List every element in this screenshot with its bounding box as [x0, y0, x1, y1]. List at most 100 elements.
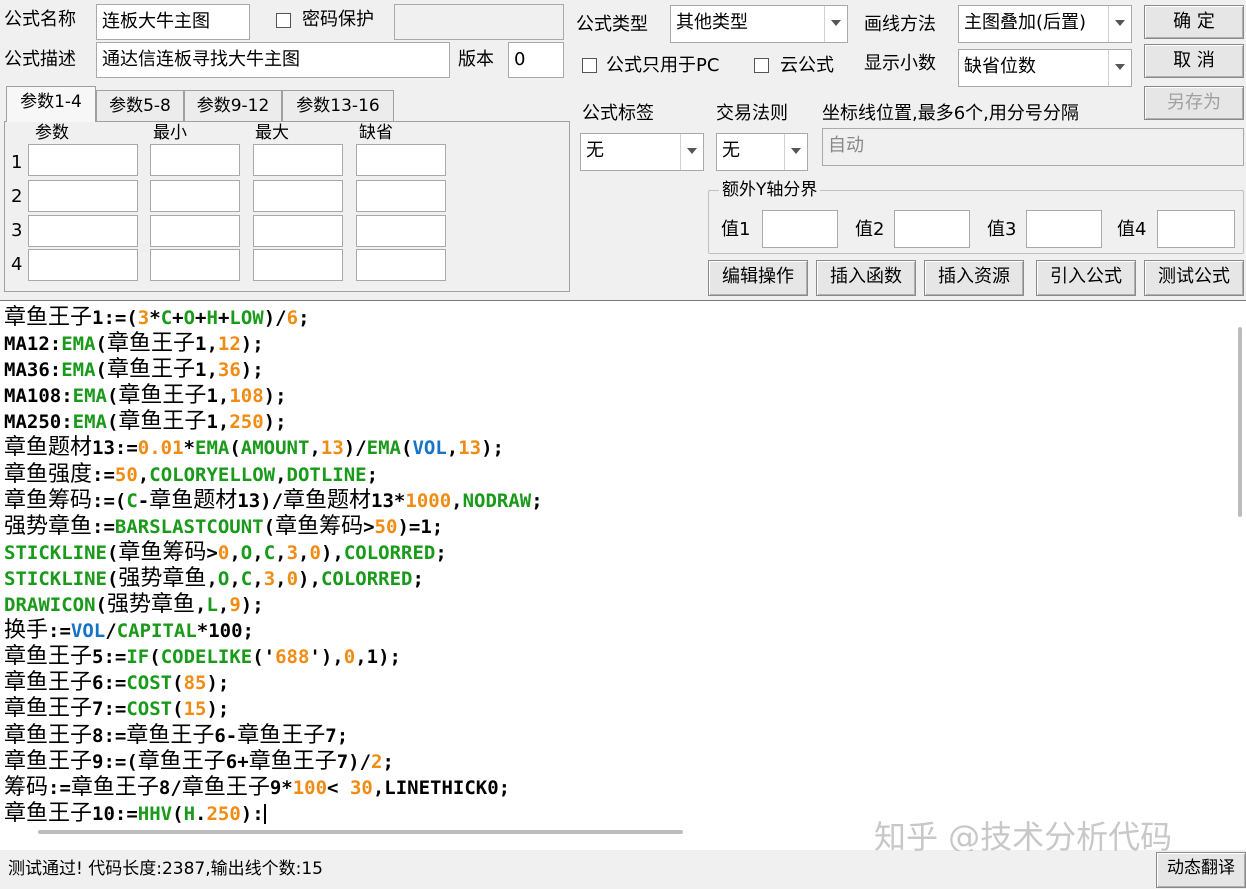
param-3-min[interactable] — [150, 215, 240, 247]
code-token: IF — [126, 646, 150, 669]
code-line[interactable]: 章鱼王子9:=(章鱼王子6+章鱼王子7)/2; — [4, 749, 543, 775]
draw-method-select[interactable]: 主图叠加(后置) — [958, 5, 1132, 43]
param-2-default[interactable] — [356, 180, 446, 212]
code-token: ); — [481, 437, 504, 460]
code-line[interactable]: 章鱼强度:=50,COLORYELLOW,DOTLINE; — [4, 462, 543, 488]
code-token: , — [137, 463, 150, 486]
text-cursor — [263, 804, 266, 825]
param-3-max[interactable] — [253, 215, 343, 247]
code-line[interactable]: 章鱼王子7:=COST(15); — [4, 696, 543, 722]
code-token: STICKLINE — [4, 567, 107, 590]
insert-resource-button[interactable]: 插入资源 — [924, 260, 1024, 296]
trade-rule-select[interactable]: 无 — [716, 133, 808, 171]
param-1-name[interactable] — [28, 144, 138, 176]
tab-params-5-8[interactable]: 参数5-8 — [96, 90, 184, 122]
ok-button[interactable]: 确 定 — [1144, 5, 1244, 39]
code-token: 50 — [114, 463, 138, 486]
code-token: 章鱼王子 — [4, 748, 93, 774]
value3-input[interactable] — [1026, 210, 1102, 248]
code-line[interactable]: STICKLINE(强势章鱼,O,C,3,0),COLORRED; — [4, 566, 543, 592]
code-line[interactable]: MA108:EMA(章鱼王子1,108); — [4, 383, 543, 409]
formula-type-select[interactable]: 其他类型 — [670, 5, 848, 43]
code-line[interactable]: MA250:EMA(章鱼王子1,250); — [4, 409, 543, 435]
test-formula-button[interactable]: 测试公式 — [1144, 260, 1244, 296]
decimal-select[interactable]: 缺省位数 — [958, 49, 1132, 87]
param-4-min[interactable] — [150, 249, 240, 281]
insert-function-button[interactable]: 插入函数 — [816, 260, 916, 296]
cancel-button[interactable]: 取 消 — [1144, 44, 1244, 78]
code-line[interactable]: MA12:EMA(章鱼王子1,12); — [4, 331, 543, 357]
chevron-down-icon[interactable] — [1108, 50, 1131, 86]
tab-params-1-4[interactable]: 参数1-4 — [6, 86, 96, 122]
password-checkbox[interactable] — [276, 13, 291, 28]
code-token: VOL — [412, 437, 447, 460]
formula-desc-label: 公式描述 — [4, 49, 76, 70]
chevron-down-icon[interactable] — [680, 134, 703, 170]
code-token: 6- — [214, 724, 238, 747]
chevron-down-icon[interactable] — [824, 6, 847, 42]
code-line[interactable]: 章鱼题材13:=0.01*EMA(AMOUNT,13)/EMA(VOL,13); — [4, 435, 543, 461]
param-1-default[interactable] — [356, 144, 446, 176]
code-token: ( — [149, 646, 161, 669]
code-line[interactable]: 强势章鱼:=BARSLASTCOUNT(章鱼筹码>50)=1; — [4, 514, 543, 540]
code-line[interactable]: 章鱼王子10:=HHV(H.250): — [4, 801, 543, 827]
code-editor[interactable]: 章鱼王子1:=(3*C+O+H+LOW)/6; MA12:EMA(章鱼王子1,12… — [0, 300, 1246, 850]
edit-ops-button[interactable]: 编辑操作 — [708, 260, 808, 296]
pc-only-checkbox[interactable] — [582, 58, 597, 73]
code-line[interactable]: 章鱼王子6:=COST(85); — [4, 670, 543, 696]
param-1-max[interactable] — [253, 144, 343, 176]
code-token: AMOUNT — [240, 437, 310, 460]
tab-params-9-12[interactable]: 参数9-12 — [184, 90, 282, 122]
code-token: , — [309, 437, 321, 460]
formula-desc-input[interactable]: 通达信连板寻找大牛主图 — [96, 42, 450, 78]
formula-tag-select[interactable]: 无 — [580, 133, 704, 171]
code-token: C — [126, 489, 138, 512]
import-formula-button[interactable]: 引入公式 — [1036, 260, 1136, 296]
param-1-min[interactable] — [150, 144, 240, 176]
chevron-down-icon[interactable] — [1108, 6, 1131, 42]
param-4-name[interactable] — [28, 249, 138, 281]
code-token: ; — [298, 307, 310, 329]
code-text[interactable]: 章鱼王子1:=(3*C+O+H+LOW)/6; MA12:EMA(章鱼王子1,12… — [4, 305, 543, 827]
param-2-min[interactable] — [150, 180, 240, 212]
code-line[interactable]: 章鱼王子8:=章鱼王子6-章鱼王子7; — [4, 723, 543, 749]
code-token: ( — [106, 411, 119, 434]
code-token: ), — [298, 567, 321, 590]
code-token: 章鱼题材 — [283, 487, 372, 513]
code-token: 15 — [183, 698, 207, 721]
value3-label: 值3 — [987, 219, 1017, 240]
code-token: 1:=( — [92, 307, 138, 329]
param-3-name[interactable] — [28, 215, 138, 247]
value1-input[interactable] — [762, 210, 838, 248]
param-4-max[interactable] — [253, 249, 343, 281]
vertical-scrollbar[interactable] — [1238, 327, 1242, 517]
chevron-down-icon[interactable] — [784, 134, 807, 170]
value2-input[interactable] — [894, 210, 970, 248]
version-input[interactable]: 0 — [508, 42, 564, 78]
code-token: 3 — [263, 567, 276, 590]
param-2-name[interactable] — [28, 180, 138, 212]
dynamic-translate-button[interactable]: 动态翻译 — [1156, 852, 1246, 888]
formula-name-input[interactable]: 连板大牛主图 — [96, 4, 250, 40]
code-line[interactable]: 换手:=VOL/CAPITAL*100; — [4, 618, 543, 644]
code-token: EMA — [195, 437, 230, 460]
code-line[interactable]: MA36:EMA(章鱼王子1,36); — [4, 357, 543, 383]
code-line[interactable]: 章鱼王子5:=IF(CODELIKE('688'),0,1); — [4, 644, 543, 670]
code-line[interactable]: 筹码:=章鱼王子8/章鱼王子9*100< 30,LINETHICK0; — [4, 775, 543, 801]
value4-input[interactable] — [1157, 210, 1235, 248]
code-token: 1, — [195, 359, 218, 382]
code-line[interactable]: STICKLINE(章鱼筹码>0,O,C,3,0),COLORRED; — [4, 540, 543, 566]
code-token: ; — [435, 541, 447, 564]
param-4-default[interactable] — [356, 249, 446, 281]
param-3-default[interactable] — [356, 215, 446, 247]
code-token: 章鱼筹码 — [118, 539, 207, 565]
horizontal-scrollbar[interactable] — [38, 830, 683, 834]
param-2-max[interactable] — [253, 180, 343, 212]
code-token: H — [183, 802, 196, 825]
cloud-checkbox[interactable] — [754, 58, 769, 73]
code-token: C — [263, 541, 276, 564]
tab-params-13-16[interactable]: 参数13-16 — [282, 90, 394, 122]
code-line[interactable]: 章鱼筹码:=(C-章鱼题材13)/章鱼题材13*1000,NODRAW; — [4, 488, 543, 514]
code-line[interactable]: 章鱼王子1:=(3*C+O+H+LOW)/6; — [4, 305, 543, 331]
code-line[interactable]: DRAWICON(强势章鱼,L,9); — [4, 592, 543, 618]
